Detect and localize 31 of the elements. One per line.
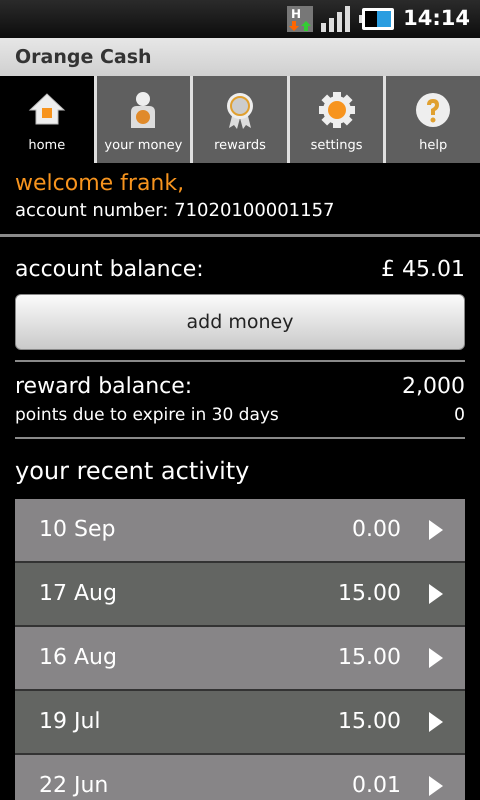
expire-value: 0 bbox=[454, 404, 465, 428]
reward-value: 2,000 bbox=[402, 373, 465, 402]
nav-tab[interactable]: help bbox=[386, 76, 480, 163]
chevron-icon bbox=[429, 648, 443, 668]
chevron-icon bbox=[429, 584, 443, 604]
chevron-icon bbox=[429, 520, 443, 540]
chevron-icon bbox=[429, 712, 443, 732]
nav-tab[interactable]: rewards bbox=[193, 76, 287, 163]
balance-value: £ 45.01 bbox=[381, 256, 465, 284]
battery-icon bbox=[359, 7, 396, 31]
activity-row[interactable]: 16 Aug 15.00 bbox=[15, 626, 465, 691]
clock: 14:14 bbox=[403, 5, 470, 32]
reward-label: reward balance: bbox=[15, 373, 192, 402]
chevron-icon bbox=[429, 776, 443, 796]
balance-label: account balance: bbox=[15, 256, 204, 284]
signal-icon bbox=[321, 6, 352, 32]
app-title: Orange Cash bbox=[15, 44, 152, 70]
nav-tab[interactable]: home bbox=[0, 76, 94, 163]
add-money-button[interactable]: add money bbox=[15, 294, 465, 350]
expire-label: points due to expire in 30 days bbox=[15, 404, 279, 428]
gear-icon bbox=[316, 90, 357, 130]
nav-tab[interactable]: your money bbox=[96, 76, 190, 163]
activity-row[interactable]: 10 Sep 0.00 bbox=[15, 498, 465, 563]
nav-tab[interactable]: settings bbox=[290, 76, 384, 163]
welcome-text: welcome frank, bbox=[15, 171, 186, 198]
activity-row[interactable]: 19 Jul 15.00 bbox=[15, 690, 465, 755]
network-icon: H bbox=[287, 6, 314, 32]
activity-row[interactable]: 17 Aug 15.00 bbox=[15, 562, 465, 627]
activity-row[interactable]: 22 Jun 0.01 bbox=[15, 754, 465, 800]
section-heading: your recent activity bbox=[15, 456, 250, 487]
account-number: account number: 71020100001157 bbox=[15, 199, 336, 224]
